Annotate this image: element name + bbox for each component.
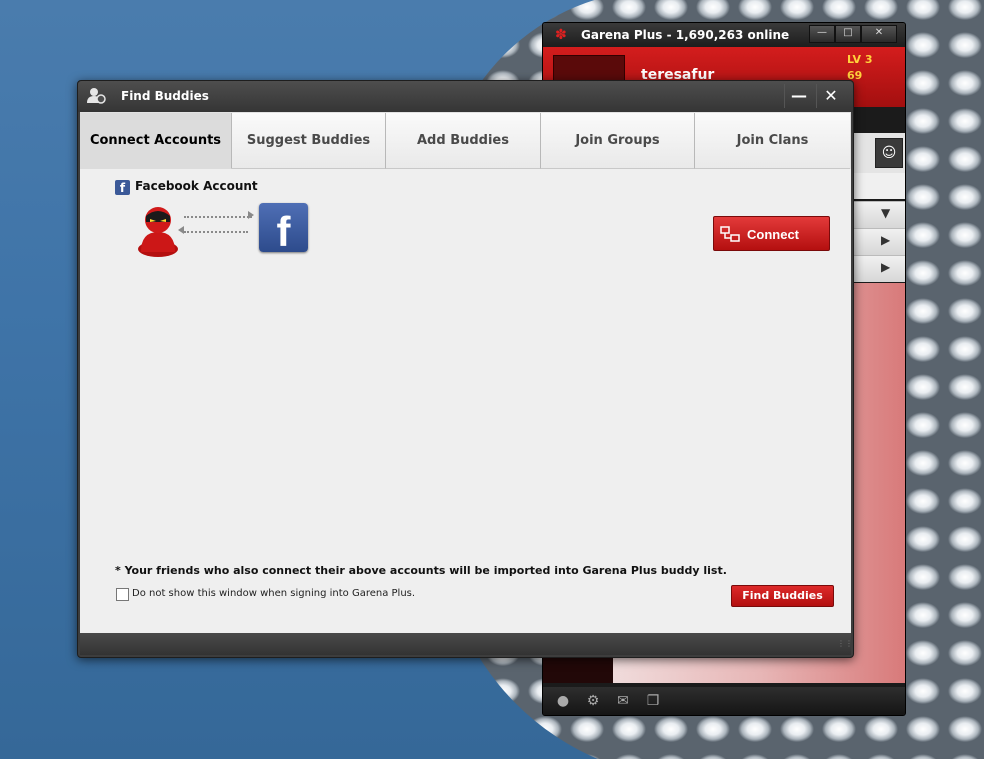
sync-arrow-left [184,231,248,235]
tab-join-groups[interactable]: Join Groups [541,113,695,169]
minimize-button[interactable]: — [784,84,813,108]
dont-show-label[interactable]: Do not show this window when signing int… [132,588,415,599]
dont-show-checkbox[interactable] [116,588,129,601]
garena-close-button[interactable]: ✕ [861,25,897,43]
chevron-right-icon: ▶ [881,233,891,247]
garena-logo-icon: ✽ [555,27,567,43]
connect-button-label: Connect [747,227,799,242]
dialog-title: Find Buddies [121,89,209,103]
garena-minimize-button[interactable]: — [809,25,835,43]
import-footnote: * Your friends who also connect their ab… [115,564,727,577]
chat-icon[interactable]: ✉ [615,693,631,709]
add-buddy-icon[interactable]: ☺ [875,138,903,168]
tab-suggest-buddies[interactable]: Suggest Buddies [232,113,386,169]
arrow-right-icon [248,211,254,219]
find-buddies-button[interactable]: Find Buddies [731,585,834,607]
chevron-right-icon: ▶ [881,260,891,274]
garena-footer-toolbar: ● ⚙ ✉ ❐ [543,687,905,715]
tab-join-clans[interactable]: Join Clans [695,113,850,169]
dialog-statusbar: ⋮⋮ [80,633,853,655]
garena-user-icon [135,202,181,258]
buddies-icon [86,86,106,106]
find-buddies-dialog: Find Buddies — ✕ Connect Accounts Sugges… [77,80,854,658]
resize-grip-icon[interactable]: ⋮⋮ [837,640,853,648]
close-button[interactable]: ✕ [816,84,845,108]
connect-icon [720,226,740,242]
gear-icon[interactable]: ⚙ [585,693,601,709]
tab-connect-accounts[interactable]: Connect Accounts [80,113,232,169]
garena-maximize-button[interactable]: □ [835,25,861,43]
info-icon[interactable]: ● [555,693,571,709]
level-badge: LV 3 [847,53,873,66]
tab-bar: Connect Accounts Suggest Buddies Add Bud… [80,112,851,169]
connect-button[interactable]: Connect [713,216,830,251]
chevron-down-icon: ▼ [881,206,891,220]
sync-arrow-right [184,216,252,220]
connect-accounts-panel: f Facebook Account f Connect * Your frie… [80,169,851,633]
dialog-titlebar[interactable]: Find Buddies — ✕ [78,81,853,112]
facebook-logo-icon: f [259,203,308,252]
facebook-account-label: Facebook Account [135,179,258,193]
garena-window-title: Garena Plus - 1,690,263 online [581,28,790,42]
windows-icon[interactable]: ❐ [645,693,661,709]
garena-titlebar[interactable]: ✽ Garena Plus - 1,690,263 online — □ ✕ [543,23,905,47]
tab-add-buddies[interactable]: Add Buddies [386,113,541,169]
facebook-icon: f [115,180,130,195]
arrow-left-icon [178,226,184,234]
